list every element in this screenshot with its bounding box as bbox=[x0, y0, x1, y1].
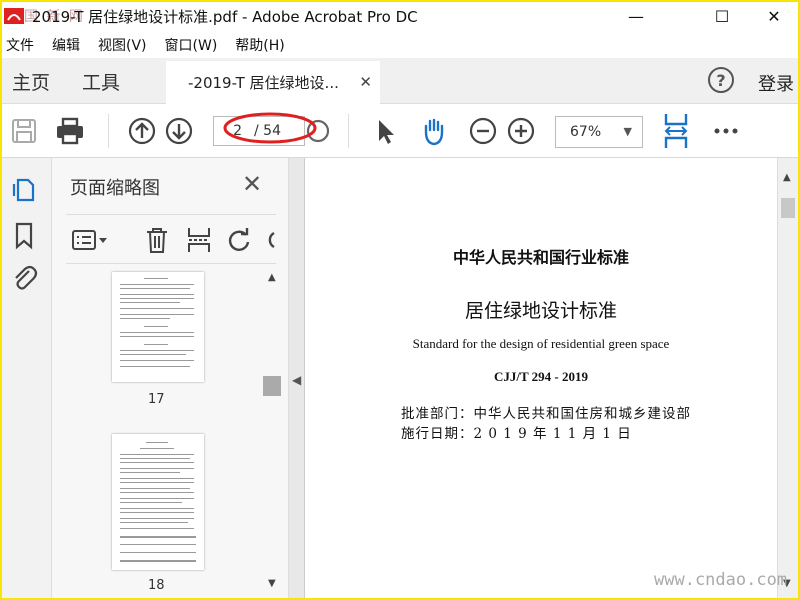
menu-view[interactable]: 视图(V) bbox=[98, 35, 147, 55]
document-heading: 中华人民共和国行业标准 bbox=[452, 248, 629, 267]
toolbar-separator bbox=[108, 114, 109, 148]
thumbnails-toolbar bbox=[66, 214, 276, 264]
hand-tool-icon[interactable] bbox=[418, 115, 450, 147]
more-icon[interactable] bbox=[710, 115, 742, 147]
maximize-button[interactable]: ☐ bbox=[700, 2, 744, 30]
save-icon[interactable] bbox=[8, 115, 40, 147]
tab-bar: 主页 工具 -2019-T 居住绿地设... ✕ ? 登录 bbox=[2, 58, 798, 104]
title-bar: 国 新 网 2019-T 居住绿地设计标准.pdf - Adobe Acroba… bbox=[2, 2, 798, 30]
help-button[interactable]: ? bbox=[708, 67, 734, 93]
navigation-rail bbox=[2, 158, 52, 598]
scroll-up-icon[interactable]: ▲ bbox=[268, 272, 276, 283]
zoom-tool-icon[interactable] bbox=[302, 115, 334, 147]
menu-edit[interactable]: 编辑 bbox=[52, 35, 80, 55]
zoom-select[interactable]: 67% ▼ bbox=[555, 116, 643, 148]
zoom-out-icon[interactable] bbox=[467, 115, 499, 147]
current-page-input[interactable] bbox=[214, 117, 242, 145]
scroll-up-icon[interactable]: ▲ bbox=[783, 172, 791, 183]
attachment-icon[interactable] bbox=[9, 262, 39, 292]
scroll-down-icon[interactable]: ▼ bbox=[268, 578, 276, 589]
tab-tools[interactable]: 工具 bbox=[82, 68, 120, 95]
thumbnail-page-number: 17 bbox=[148, 392, 165, 407]
window-title: 2019-T 居住绿地设计标准.pdf - Adobe Acrobat Pro … bbox=[32, 8, 418, 26]
options-menu-icon[interactable] bbox=[70, 225, 110, 255]
thumbnails-panel-title: 页面缩略图 bbox=[70, 178, 160, 199]
zoom-value: 67% bbox=[570, 124, 602, 140]
minimize-button[interactable]: — bbox=[614, 2, 658, 30]
panel-splitter[interactable]: ◀ bbox=[289, 158, 305, 598]
page-down-icon[interactable] bbox=[163, 115, 195, 147]
menu-bar: 文件 编辑 视图(V) 窗口(W) 帮助(H) bbox=[2, 32, 798, 58]
tab-home[interactable]: 主页 bbox=[12, 68, 50, 95]
select-cursor-icon[interactable] bbox=[370, 115, 402, 147]
bookmark-icon[interactable] bbox=[9, 220, 39, 250]
extract-page-icon[interactable] bbox=[184, 225, 214, 255]
document-english-title: Standard for the design of residential g… bbox=[412, 336, 670, 351]
document-tab-label: -2019-T 居住绿地设... bbox=[188, 74, 339, 92]
document-code: CJJ/T 294 - 2019 bbox=[493, 369, 588, 384]
page-total: / 54 bbox=[254, 123, 281, 139]
document-tab[interactable]: -2019-T 居住绿地设... ✕ bbox=[166, 58, 380, 104]
close-window-button[interactable]: ✕ bbox=[752, 2, 796, 30]
fit-page-icon[interactable] bbox=[660, 111, 692, 151]
toolbar: / 54 67% ▼ bbox=[2, 104, 798, 158]
document-view: 中华人民共和国行业标准 居住绿地设计标准 Standard for the de… bbox=[305, 158, 777, 598]
document-title: 居住绿地设计标准 bbox=[464, 300, 617, 322]
minimize-icon: — bbox=[628, 6, 644, 26]
collapse-panel-icon[interactable]: ◀ bbox=[292, 373, 301, 387]
thumbnails-scrollbar-thumb[interactable] bbox=[263, 376, 281, 396]
close-panel-icon[interactable]: ✕ bbox=[242, 170, 262, 198]
document-scrollbar-thumb[interactable] bbox=[781, 198, 795, 218]
print-icon[interactable] bbox=[54, 115, 86, 147]
delete-page-icon[interactable] bbox=[142, 225, 172, 255]
document-effective-date: 施行日期：2 0 1 9 年 1 1 月 1 日 bbox=[401, 426, 632, 442]
page-up-icon[interactable] bbox=[126, 115, 158, 147]
page-navigator: / 54 bbox=[213, 116, 305, 146]
page-thumbnails-icon[interactable] bbox=[9, 174, 39, 204]
maximize-icon: ☐ bbox=[714, 6, 730, 26]
close-icon: ✕ bbox=[767, 6, 781, 26]
acrobat-window: 国 新 网 2019-T 居住绿地设计标准.pdf - Adobe Acroba… bbox=[2, 2, 798, 598]
toolbar-separator bbox=[348, 114, 349, 148]
document-approval: 批准部门：中华人民共和国住房和城乡建设部 bbox=[401, 406, 691, 422]
watermark-bottom-right: www.cndao.com bbox=[654, 570, 788, 590]
menu-file[interactable]: 文件 bbox=[6, 35, 34, 55]
page-thumbnails-panel: 页面缩略图 ✕ 17 18 ▲ ▼ bbox=[52, 158, 289, 598]
rotate-page-icon[interactable] bbox=[224, 225, 254, 255]
menu-help[interactable]: 帮助(H) bbox=[235, 35, 284, 55]
thumbnail-page-18[interactable] bbox=[112, 434, 204, 570]
login-button[interactable]: 登录 bbox=[758, 70, 794, 96]
chevron-down-icon: ▼ bbox=[623, 125, 632, 138]
zoom-in-icon[interactable] bbox=[505, 115, 537, 147]
thumbnail-page-number: 18 bbox=[148, 578, 165, 593]
thumbnail-page-17[interactable] bbox=[112, 272, 204, 382]
more-thumbnail-tools-icon[interactable] bbox=[262, 225, 276, 255]
menu-window[interactable]: 窗口(W) bbox=[165, 35, 218, 55]
tab-close-icon[interactable]: ✕ bbox=[359, 73, 372, 91]
help-icon: ? bbox=[716, 70, 726, 90]
document-scrollbar[interactable]: ▲ ▼ bbox=[777, 158, 798, 598]
